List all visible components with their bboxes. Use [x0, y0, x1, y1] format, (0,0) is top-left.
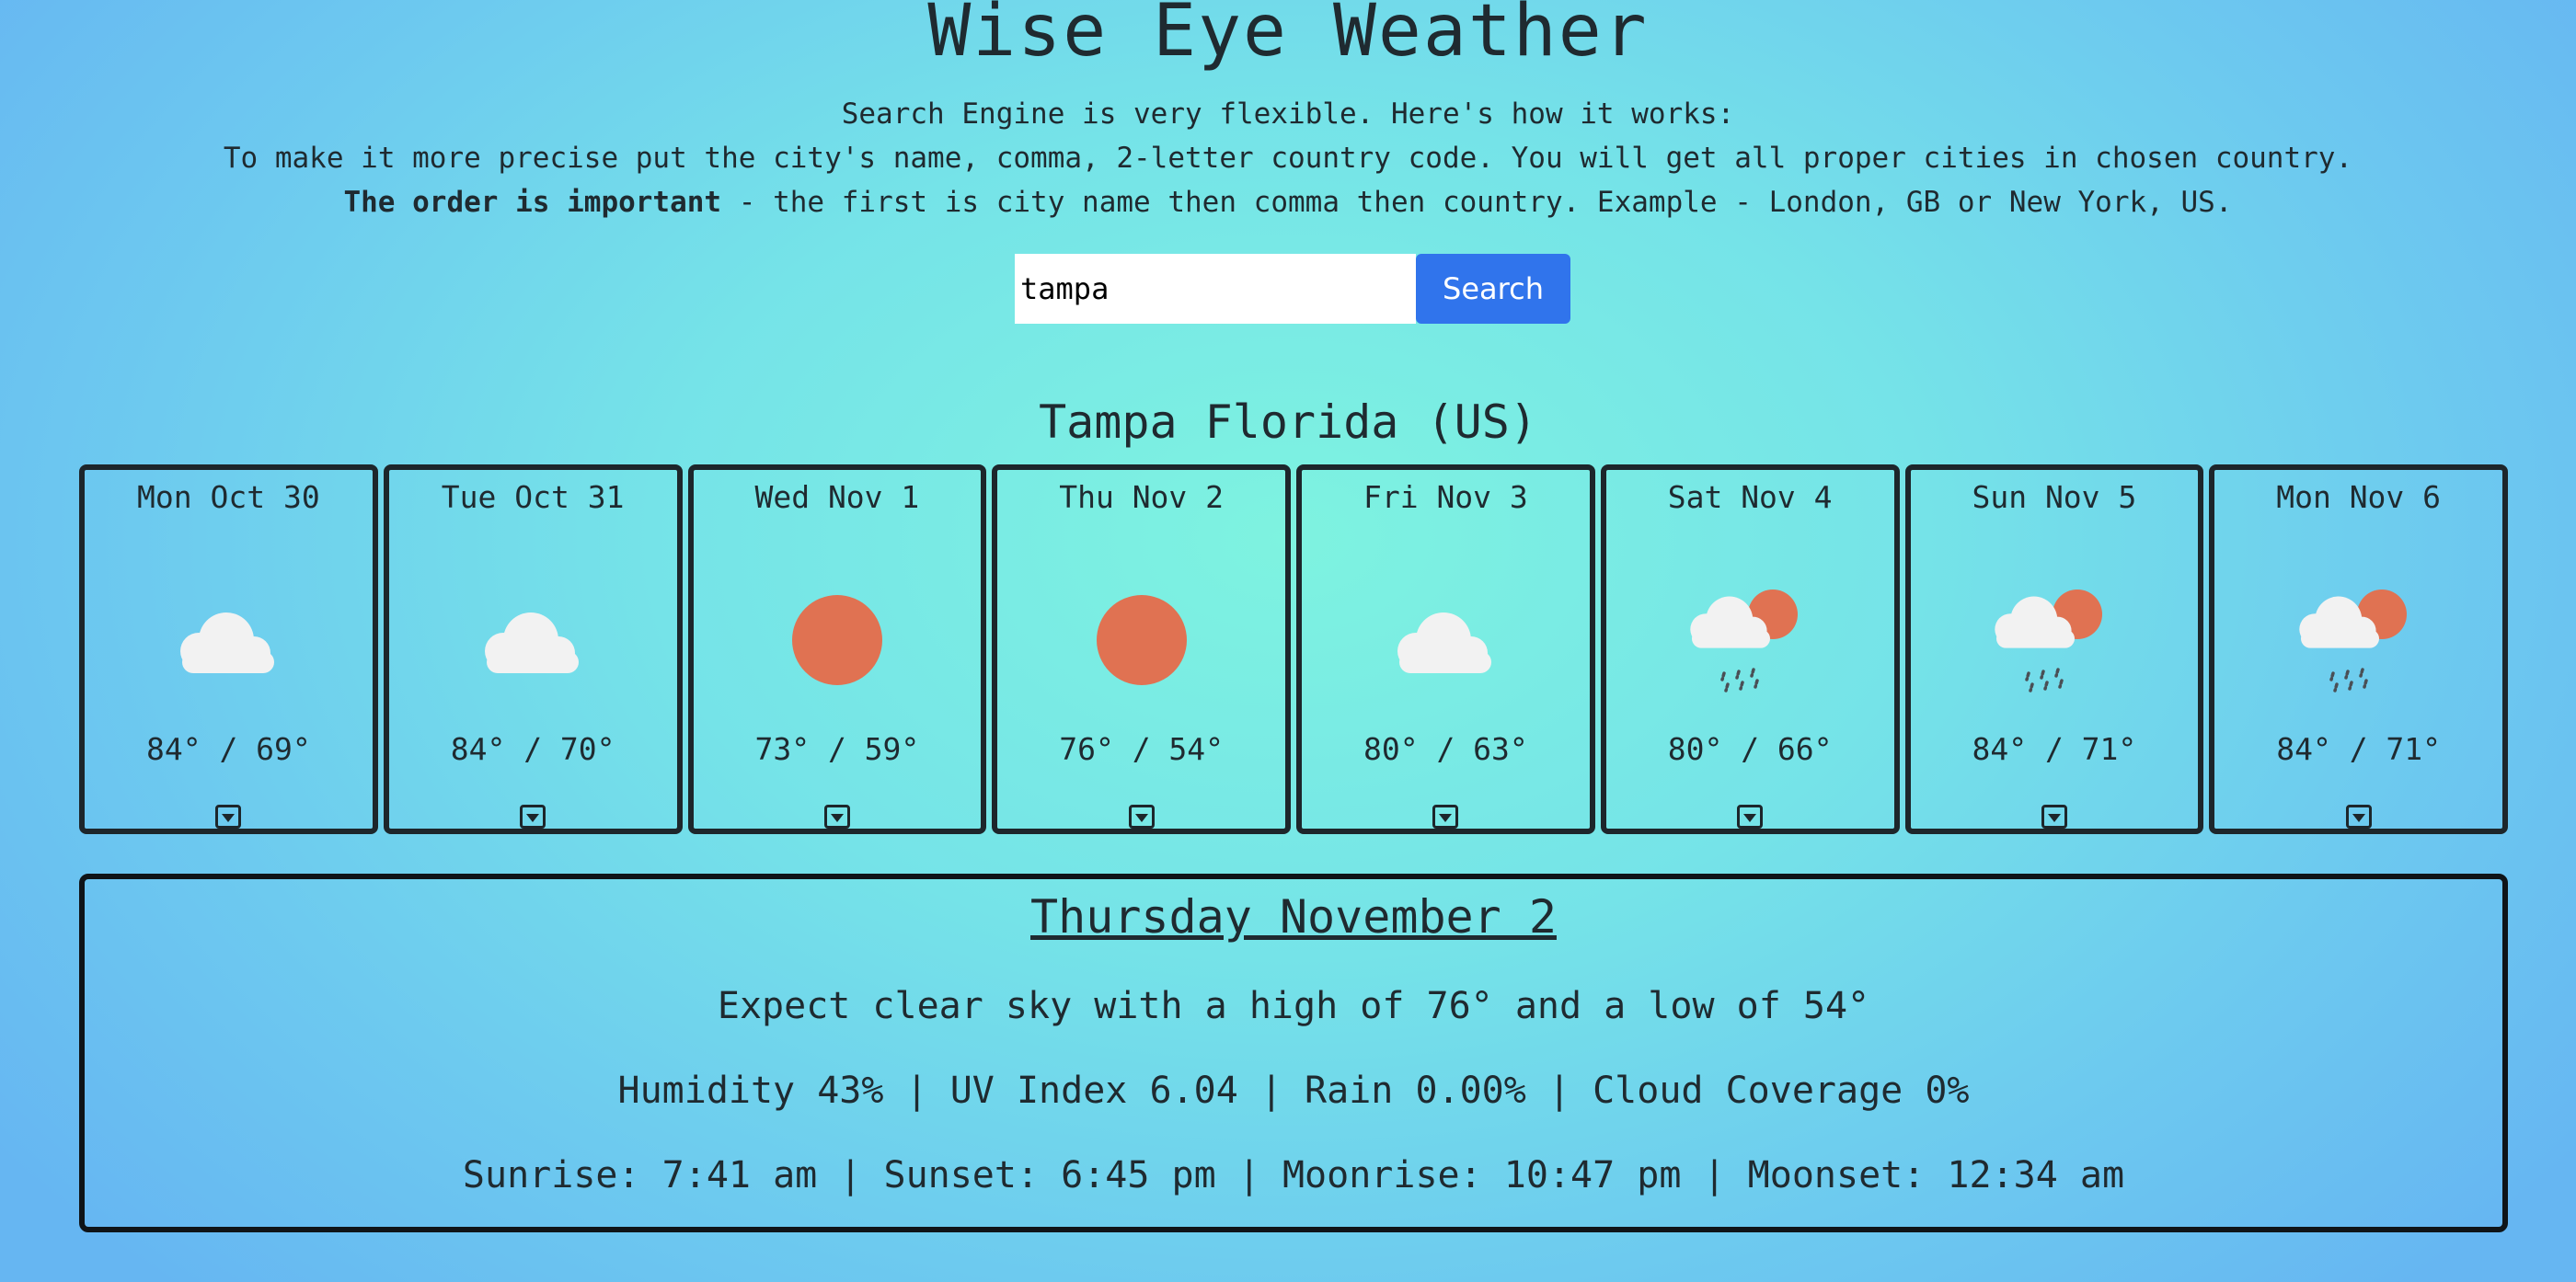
day-temps: 84° / 71°: [2276, 731, 2442, 767]
forecast-row: Mon Oct 30 84° / 69° Tue Oct 31 84° / 70°…: [79, 464, 2508, 834]
rain-sun-icon: [1685, 585, 1814, 695]
day-label: Mon Oct 30: [137, 479, 320, 515]
day-detail-panel: Thursday November 2 Expect clear sky wit…: [79, 874, 2508, 1232]
expand-toggle-button[interactable]: [1432, 805, 1459, 829]
search-instructions: Search Engine is very flexible. Here's h…: [0, 92, 2576, 224]
detail-summary: Expect clear sky with a high of 76° and …: [717, 985, 1870, 1027]
detail-astro: Sunrise: 7:41 am | Sunset: 6:45 pm | Moo…: [462, 1154, 2125, 1196]
day-label: Fri Nov 3: [1363, 479, 1528, 515]
day-temps: 76° / 54°: [1059, 731, 1225, 767]
caret-down-icon: [1439, 813, 1453, 822]
app-title: Wise Eye Weather: [927, 0, 1649, 73]
day-label: Tue Oct 31: [441, 479, 625, 515]
caret-down-icon: [526, 813, 540, 822]
day-temps: 80° / 63°: [1363, 731, 1528, 767]
day-card[interactable]: Wed Nov 1 73° / 59°: [687, 464, 987, 834]
caret-down-icon: [2047, 813, 2061, 822]
day-label: Thu Nov 2: [1059, 479, 1225, 515]
day-card[interactable]: Sun Nov 5 84° / 71°: [1904, 464, 2204, 834]
expand-toggle-button[interactable]: [520, 805, 546, 829]
rain-sun-icon: [2294, 585, 2423, 695]
detail-stats: Humidity 43% | UV Index 6.04 | Rain 0.00…: [617, 1070, 1970, 1112]
day-card[interactable]: Tue Oct 31 84° / 70°: [383, 464, 683, 834]
instructions-line-3: The order is important - the first is ci…: [0, 180, 2576, 224]
day-label: Wed Nov 1: [754, 479, 920, 515]
expand-toggle-button[interactable]: [823, 805, 850, 829]
instructions-line-3-rest: - the first is city name then comma then…: [721, 186, 2233, 219]
rain-sun-icon: [1990, 585, 2119, 695]
expand-toggle-button[interactable]: [1737, 805, 1764, 829]
caret-down-icon: [1134, 813, 1148, 822]
day-card[interactable]: Mon Nov 6 84° / 71°: [2209, 464, 2508, 834]
cloud-icon: [468, 585, 597, 695]
day-label: Sat Nov 4: [1667, 479, 1833, 515]
day-card[interactable]: Sat Nov 4 80° / 66°: [1600, 464, 1900, 834]
day-card[interactable]: Fri Nov 3 80° / 63°: [1296, 464, 1595, 834]
expand-toggle-button[interactable]: [215, 805, 242, 829]
caret-down-icon: [222, 813, 236, 822]
instructions-line-2: To make it more precise put the city's n…: [223, 142, 2353, 175]
day-temps: 84° / 69°: [145, 731, 311, 767]
cloud-icon: [1381, 585, 1510, 695]
cloud-icon: [164, 585, 293, 695]
day-label: Sun Nov 5: [1972, 479, 2137, 515]
day-temps: 84° / 71°: [1972, 731, 2137, 767]
search-input[interactable]: [1015, 254, 1416, 324]
caret-down-icon: [1743, 813, 1757, 822]
day-label: Mon Nov 6: [2276, 479, 2442, 515]
expand-toggle-button[interactable]: [2345, 805, 2372, 829]
day-temps: 80° / 66°: [1667, 731, 1833, 767]
sun-icon: [773, 585, 902, 695]
location-title: Tampa Florida (US): [1039, 395, 1537, 449]
day-temps: 84° / 70°: [450, 731, 615, 767]
sun-icon: [1077, 585, 1206, 695]
detail-title: Thursday November 2: [1030, 890, 1557, 944]
instructions-line-1: Search Engine is very flexible. Here's h…: [841, 97, 1735, 131]
caret-down-icon: [830, 813, 844, 822]
day-card[interactable]: Mon Oct 30 84° / 69°: [79, 464, 378, 834]
search-bar: Search: [1015, 254, 1570, 324]
day-card[interactable]: Thu Nov 2 76° / 54°: [992, 464, 1291, 834]
caret-down-icon: [2352, 813, 2365, 822]
expand-toggle-button[interactable]: [2041, 805, 2067, 829]
instructions-emphasis: The order is important: [343, 186, 722, 219]
expand-toggle-button[interactable]: [1128, 805, 1155, 829]
day-temps: 73° / 59°: [754, 731, 920, 767]
search-button[interactable]: Search: [1416, 254, 1570, 324]
